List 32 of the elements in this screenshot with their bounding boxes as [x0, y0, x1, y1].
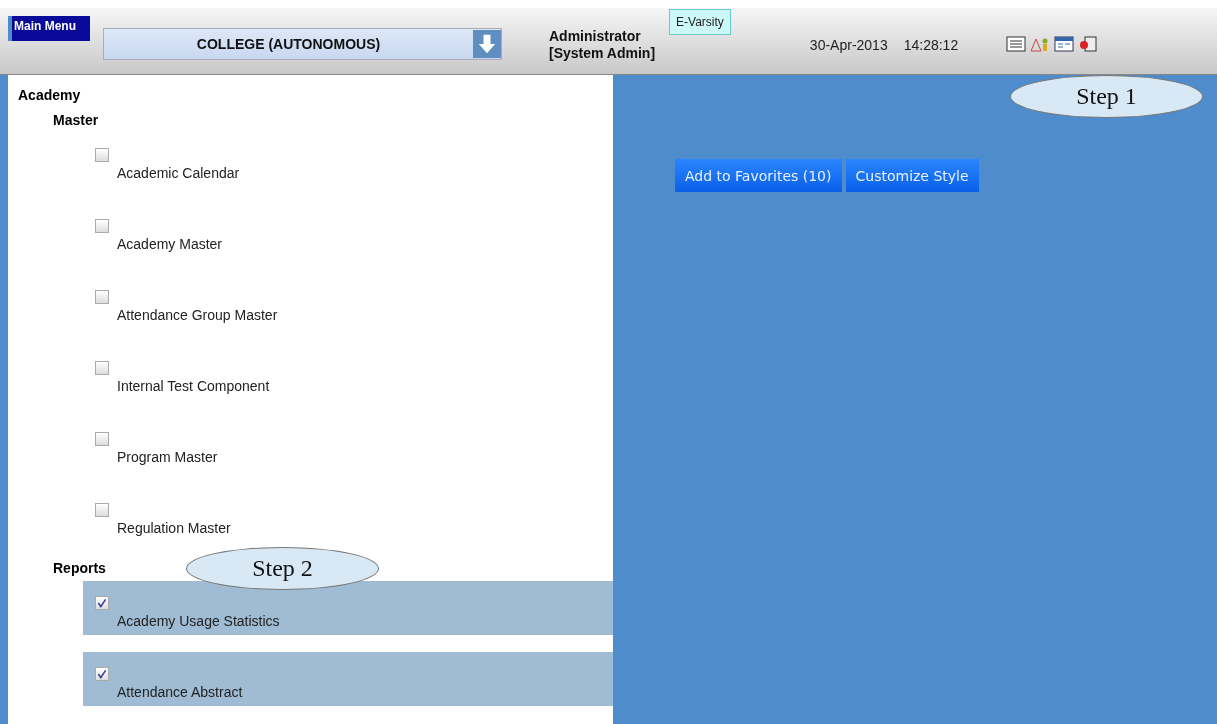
user-role: [System Admin] [549, 45, 656, 62]
menu-item[interactable]: Academy Master [83, 204, 613, 258]
menu-item[interactable]: Internal Test Component [83, 346, 613, 400]
menu-item[interactable]: Academic Calendar [83, 133, 613, 187]
menu-group-title: Academy [18, 87, 82, 103]
menu-item[interactable]: Regulation Master [83, 488, 613, 542]
main-menu-button[interactable]: Main Menu [8, 16, 90, 41]
menu-item[interactable]: Program Master [83, 417, 613, 471]
menu-item[interactable]: Academy Usage Statistics [83, 581, 613, 635]
document-icon[interactable] [1006, 36, 1027, 52]
step-callout: Step 2 [186, 547, 379, 590]
checkbox[interactable] [95, 596, 109, 610]
checkbox[interactable] [95, 219, 109, 233]
menu-item[interactable]: Attendance Group Master [83, 275, 613, 329]
date-text: 30-Apr-2013 [809, 37, 888, 53]
checkbox[interactable] [95, 503, 109, 517]
checkbox[interactable] [95, 148, 109, 162]
calendar-icon[interactable] [1054, 36, 1075, 52]
menu-section-title: Reports [53, 560, 106, 576]
menu-section-title: Master [53, 112, 99, 128]
time-text: 14:28:12 [903, 37, 959, 53]
action-button[interactable]: Add to Favorites (10) [675, 159, 842, 192]
user-name: Administrator [549, 28, 642, 45]
checkbox[interactable] [95, 667, 109, 681]
checkbox[interactable] [95, 432, 109, 446]
action-button[interactable]: Customize Style [845, 159, 979, 192]
app-badge: E-Varsity [669, 9, 731, 35]
checkbox[interactable] [95, 290, 109, 304]
institution-dropdown[interactable]: COLLEGE (AUTONOMOUS) [103, 28, 502, 60]
exit-door-icon[interactable] [1078, 36, 1099, 52]
checkbox[interactable] [95, 361, 109, 375]
menu-item[interactable]: Attendance Abstract [83, 652, 613, 706]
